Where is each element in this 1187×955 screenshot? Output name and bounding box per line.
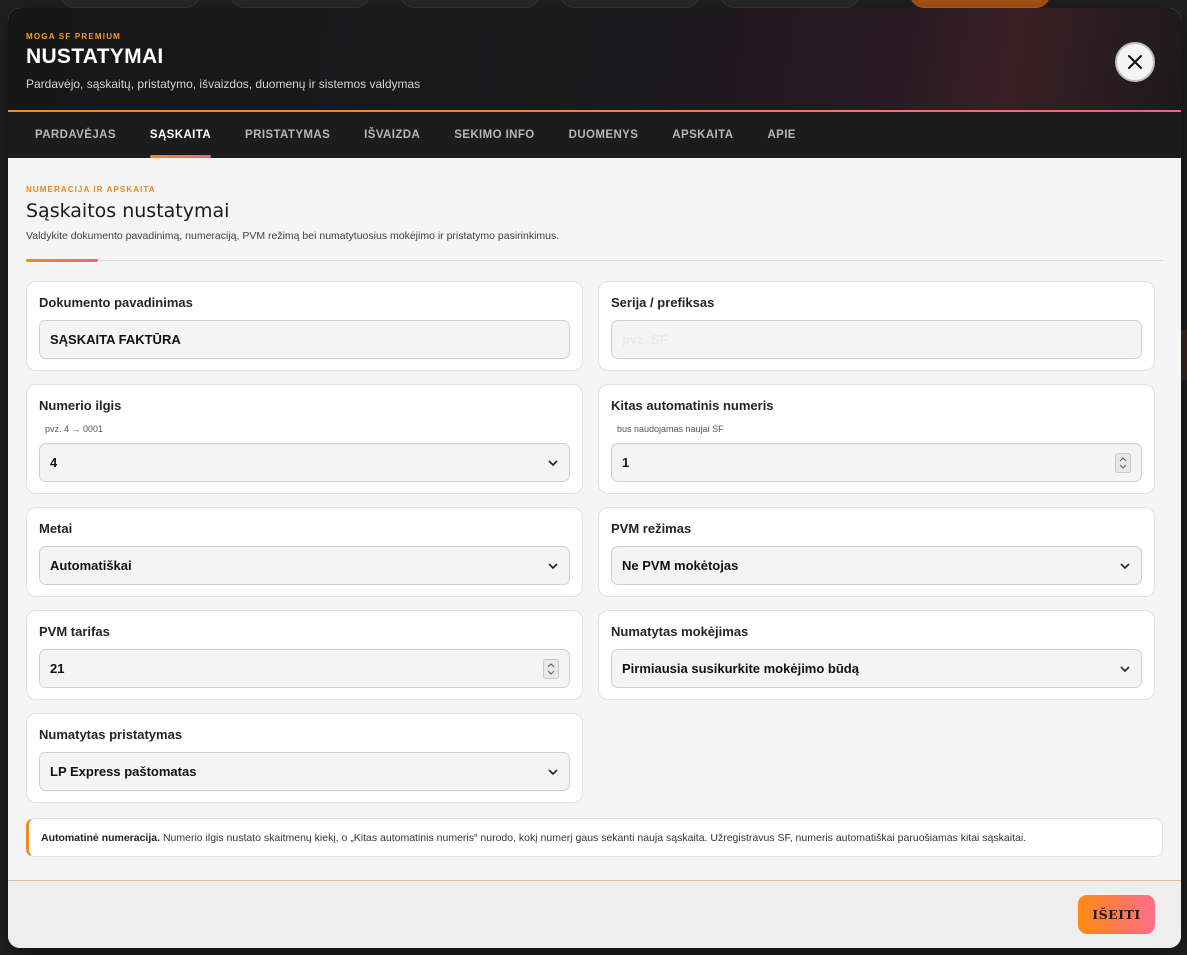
vat-rate-card: PVM tarifas 21 [26,610,583,700]
field-value: 1 [622,455,630,470]
number-length-card: Numerio ilgis pvz. 4 → 0001 4 [26,384,583,494]
close-icon [1128,55,1142,69]
close-button[interactable] [1115,42,1155,82]
number-stepper-icon[interactable] [543,658,559,679]
next-number-input[interactable]: 1 [611,443,1142,482]
vat-mode-select[interactable]: Ne PVM mokėtojas [611,546,1142,585]
field-label: Dokumento pavadinimas [39,295,193,310]
section-kicker: NUMERACIJA IR APSKAITA [26,185,156,194]
modal-subtitle: Pardavėjo, sąskaitų, pristatymo, išvaizd… [26,77,421,91]
chevron-down-icon [547,560,559,572]
field-value: LP Express paštomatas [50,764,197,779]
field-value: Automatiškai [50,558,132,573]
tab-sekimo-info[interactable]: SEKIMO INFO [437,112,551,158]
year-select[interactable]: Automatiškai [39,546,570,585]
field-value: 21 [50,661,65,676]
brand-label: MOGA SF PREMIUM [26,32,122,41]
vat-rate-input[interactable]: 21 [39,649,570,688]
field-label: Numatytas mokėjimas [611,624,749,639]
tab-apskaita[interactable]: APSKAITA [655,112,750,158]
tab-isvaizda[interactable]: IŠVAIZDA [347,112,437,158]
field-label: PVM režimas [611,521,692,536]
default-payment-card: Numatytas mokėjimas Pirmiausia susikurki… [598,610,1155,700]
settings-grid: Dokumento pavadinimas SĄSKAITA FAKTŪRA S… [26,281,1163,816]
default-delivery-card: Numatytas pristatymas LP Express paštoma… [26,713,583,803]
background-tab [910,0,1050,8]
series-card: Serija / prefiksas pvz. SF [598,281,1155,371]
doc-name-input[interactable]: SĄSKAITA FAKTŪRA [39,320,570,359]
number-stepper-icon[interactable] [1115,452,1131,473]
info-title: Automatinė numeracija. [41,831,161,844]
tab-apie[interactable]: APIE [750,112,812,158]
exit-button[interactable]: IŠEITI [1078,895,1155,934]
settings-modal: MOGA SF PREMIUM NUSTATYMAI Pardavėjo, są… [8,8,1181,948]
modal-header: MOGA SF PREMIUM NUSTATYMAI Pardavėjo, są… [8,8,1181,112]
modal-title: NUSTATYMAI [26,45,164,68]
chevron-down-icon [547,766,559,778]
year-card: Metai Automatiškai [26,507,583,597]
field-label: Kitas automatinis numeris [611,398,774,413]
background-tab [560,0,700,8]
number-length-select[interactable]: 4 [39,443,570,482]
background-tab [230,0,370,8]
tab-duomenys[interactable]: DUOMENYS [552,112,656,158]
field-value: SĄSKAITA FAKTŪRA [50,332,181,347]
section-title: Sąskaitos nustatymai [26,200,230,222]
field-value: 4 [50,455,58,470]
vat-mode-card: PVM režimas Ne PVM mokėtojas [598,507,1155,597]
field-label: Metai [39,521,73,536]
tab-pardavejas[interactable]: PARDAVĖJAS [18,112,133,158]
tab-saskaita[interactable]: SĄSKAITA [133,112,228,158]
field-value: Pirmiausia susikurkite mokėjimo būdą [622,661,859,676]
default-payment-select[interactable]: Pirmiausia susikurkite mokėjimo būdą [611,649,1142,688]
tab-bar: PARDAVĖJAS SĄSKAITA PRISTATYMAS IŠVAIZDA… [8,112,1181,158]
numbering-info-note: Automatinė numeracija. Numerio ilgis nus… [26,818,1163,857]
next-number-card: Kitas automatinis numeris bus naudojamas… [598,384,1155,494]
modal-footer: IŠEITI [8,880,1181,948]
field-value: Ne PVM mokėtojas [622,558,739,573]
field-hint: bus naudojamas naujai SF [617,424,724,434]
settings-content: NUMERACIJA IR APSKAITA Sąskaitos nustaty… [8,158,1181,857]
chevron-down-icon [1119,663,1131,675]
series-input[interactable]: pvz. SF [611,320,1142,359]
field-label: Serija / prefiksas [611,295,715,310]
field-label: Numatytas pristatymas [39,727,183,742]
info-text: Numerio ilgis nustato skaitmenų kiekį, o… [160,831,1027,844]
background-tab [720,0,860,8]
doc-name-card: Dokumento pavadinimas SĄSKAITA FAKTŪRA [26,281,583,371]
section-divider [26,259,1163,262]
field-label: Numerio ilgis [39,398,122,413]
tab-pristatymas[interactable]: PRISTATYMAS [228,112,347,158]
field-hint: pvz. 4 → 0001 [45,424,104,434]
field-placeholder: pvz. SF [622,332,668,347]
default-delivery-select[interactable]: LP Express paštomatas [39,752,570,791]
background-tab [400,0,540,8]
chevron-down-icon [1119,560,1131,572]
field-label: PVM tarifas [39,624,110,639]
section-description: Valdykite dokumento pavadinimą, numeraci… [26,230,560,242]
background-tab [60,0,200,8]
chevron-down-icon [547,457,559,469]
